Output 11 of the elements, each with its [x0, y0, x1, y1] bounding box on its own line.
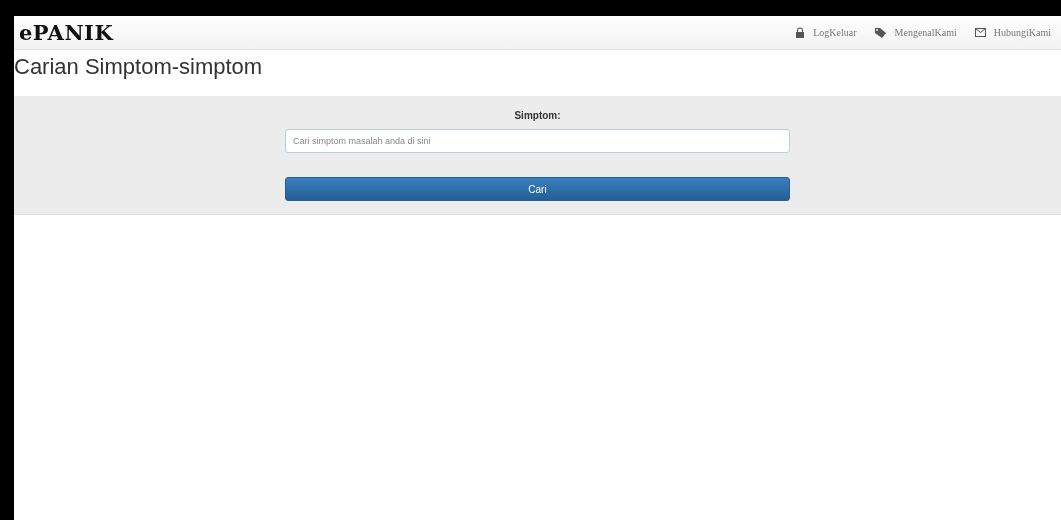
nav-link[interactable]: HubungiKami: [974, 27, 1051, 38]
search-field[interactable]: Cari simptom masalah anda di sini: [285, 129, 790, 153]
search-button[interactable]: Cari: [285, 177, 790, 201]
lock-icon: [795, 27, 806, 38]
brand-logo[interactable]: ePANIK: [19, 20, 114, 45]
nav-link[interactable]: MengenalKami: [874, 27, 957, 38]
nav-link[interactable]: LogKeluar: [795, 27, 857, 38]
envelope-icon: [974, 28, 986, 37]
tag-icon: [874, 27, 887, 38]
page-title: Carian Simptom-simptom: [14, 53, 264, 81]
field-label: Simptom:: [514, 110, 561, 121]
